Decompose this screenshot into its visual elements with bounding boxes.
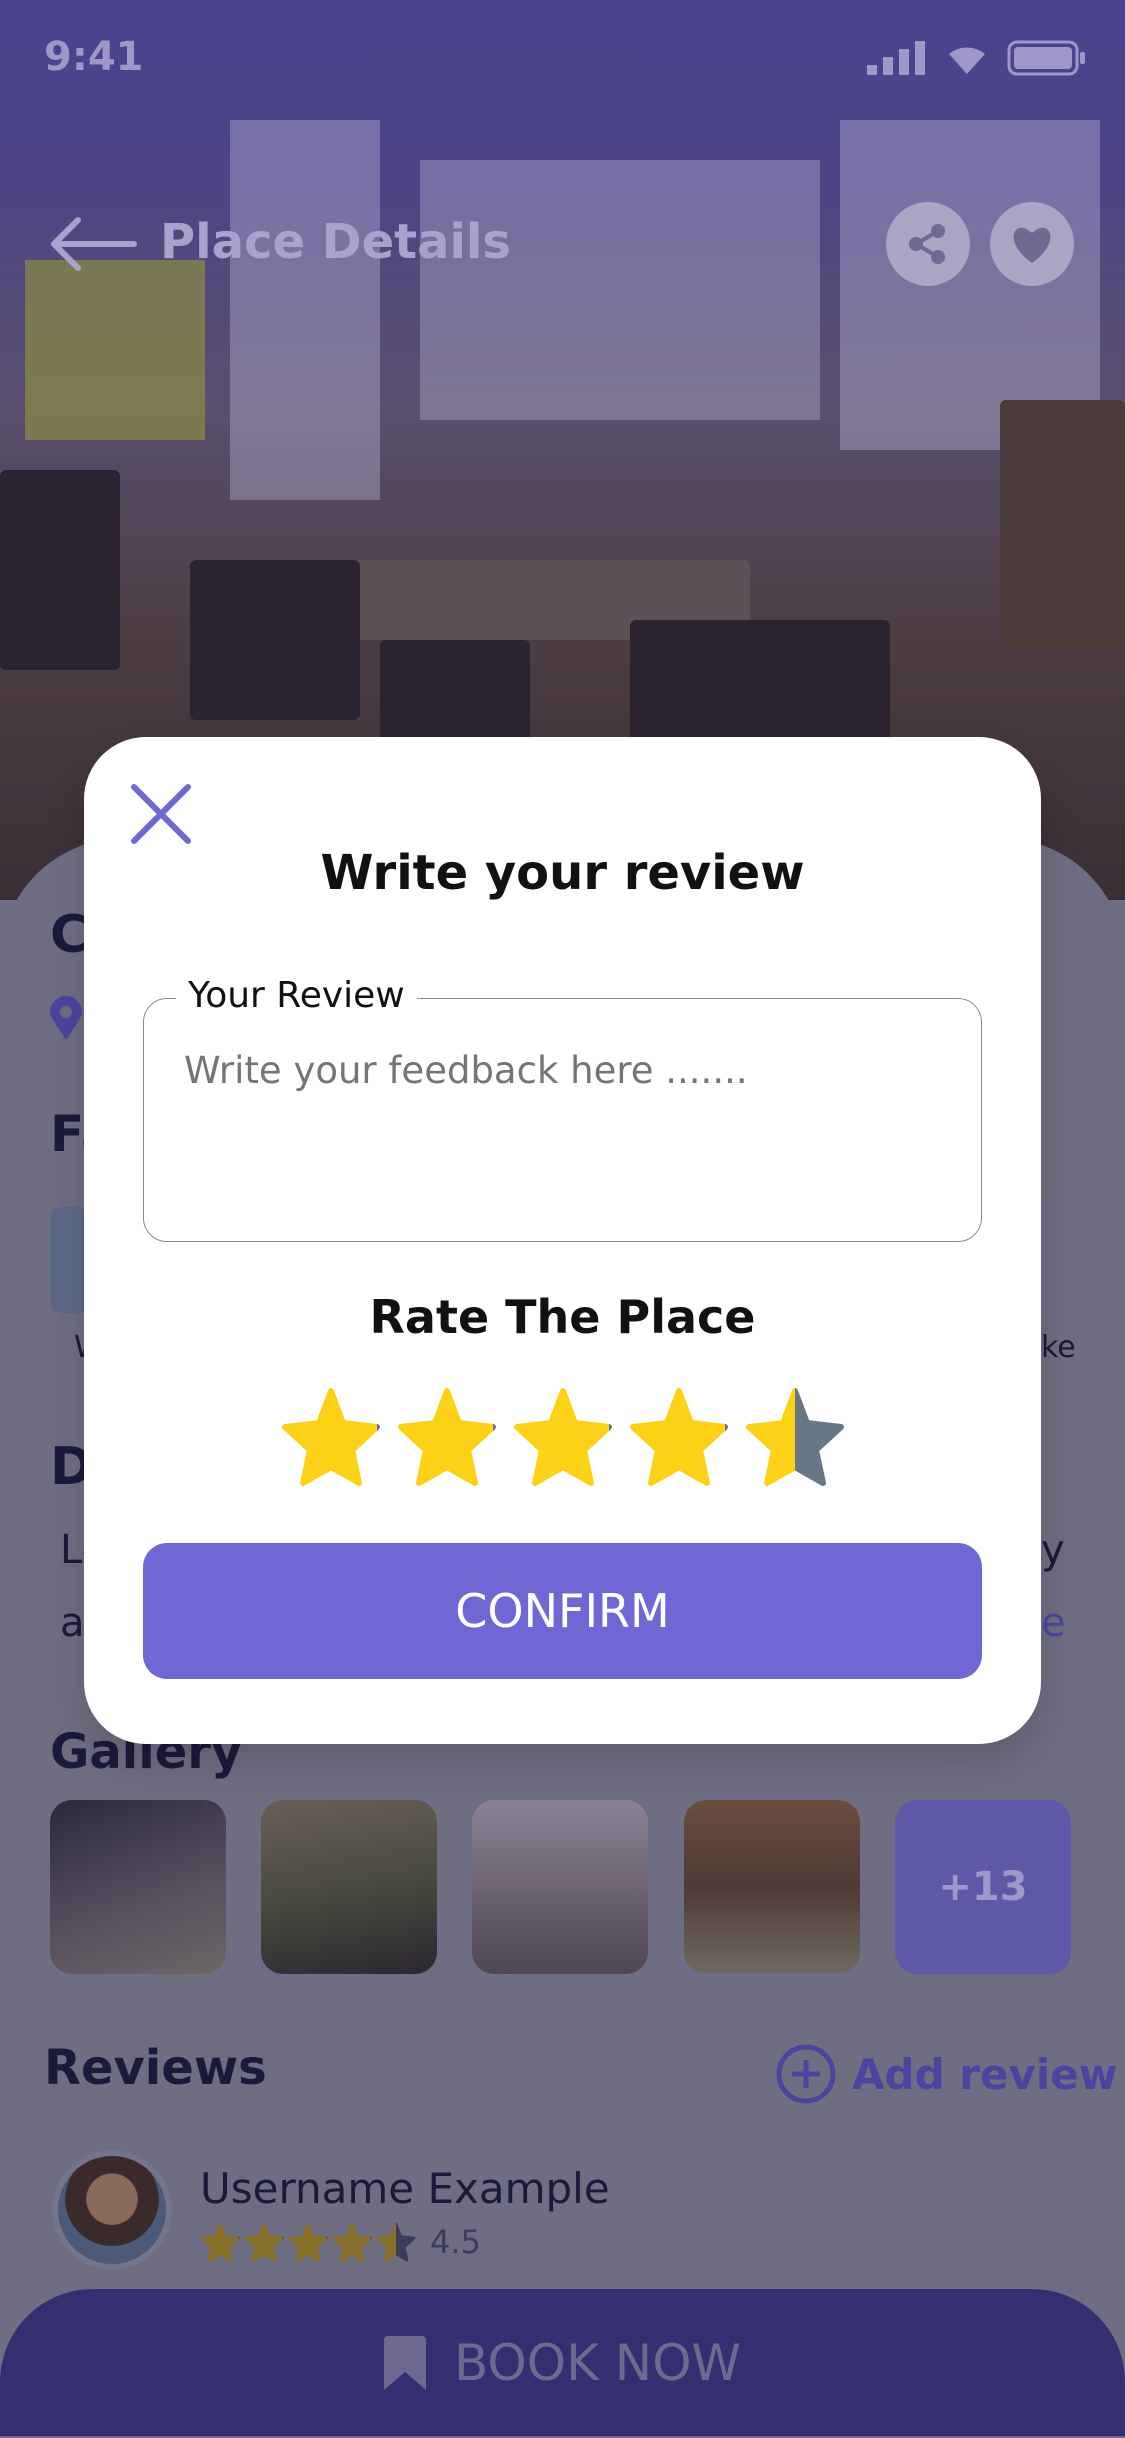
review-rating: 4.5 bbox=[200, 2222, 481, 2262]
star-icon[interactable] bbox=[397, 1387, 497, 1487]
reviewer-name: Username Example bbox=[200, 2164, 610, 2213]
facility-label-right: ke bbox=[1041, 1330, 1076, 1365]
review-textarea-frame bbox=[143, 998, 982, 1242]
description-line-2: a bbox=[60, 1600, 85, 1646]
close-icon[interactable] bbox=[130, 783, 192, 845]
star-icon[interactable] bbox=[745, 1387, 845, 1487]
read-more-link[interactable]: e bbox=[1041, 1600, 1066, 1646]
place-title: C bbox=[50, 905, 89, 965]
star-icon bbox=[200, 2222, 240, 2262]
status-time: 9:41 bbox=[44, 34, 144, 80]
star-icon[interactable] bbox=[513, 1387, 613, 1487]
star-icon[interactable] bbox=[629, 1387, 729, 1487]
bookmark-icon bbox=[383, 2335, 426, 2390]
star-icon[interactable] bbox=[281, 1387, 381, 1487]
add-review-button[interactable]: Add review bbox=[776, 2044, 1118, 2104]
favorite-button[interactable] bbox=[990, 202, 1074, 286]
heart-icon bbox=[1013, 227, 1051, 263]
review-modal: Write your review Your Review Rate The P… bbox=[84, 737, 1041, 1744]
back-arrow-icon[interactable] bbox=[48, 214, 138, 274]
book-now-button[interactable]: BOOK NOW bbox=[0, 2289, 1125, 2436]
add-review-label: Add review bbox=[852, 2049, 1118, 2099]
review-input[interactable] bbox=[184, 1049, 944, 1092]
page-title: Place Details bbox=[160, 214, 511, 270]
gallery-more-count: +13 bbox=[938, 1864, 1028, 1910]
star-icon bbox=[244, 2222, 284, 2262]
plus-circle-icon bbox=[776, 2044, 836, 2104]
star-icon bbox=[288, 2222, 328, 2262]
rating-stars[interactable] bbox=[84, 1387, 1041, 1487]
gallery-thumb[interactable] bbox=[472, 1800, 648, 1974]
description-line-1-end: y bbox=[1041, 1527, 1065, 1573]
wifi-icon bbox=[949, 47, 985, 74]
confirm-button[interactable]: CONFIRM bbox=[143, 1543, 982, 1679]
reviewer-avatar bbox=[52, 2150, 172, 2270]
gallery-thumb[interactable] bbox=[50, 1800, 226, 1974]
rate-title: Rate The Place bbox=[369, 1290, 756, 1344]
facility-tile-right bbox=[1041, 1207, 1051, 1313]
star-icon bbox=[376, 2222, 416, 2262]
review-field-label: Your Review bbox=[176, 975, 417, 1016]
battery-icon bbox=[1007, 40, 1085, 76]
share-icon bbox=[909, 224, 945, 264]
star-icon bbox=[332, 2222, 372, 2262]
gallery-more-thumb[interactable]: +13 bbox=[895, 1800, 1071, 1974]
status-icons bbox=[867, 40, 1087, 76]
review-rating-value: 4.5 bbox=[430, 2223, 481, 2261]
gallery-thumb[interactable] bbox=[261, 1800, 437, 1974]
gallery-thumb[interactable] bbox=[684, 1800, 860, 1974]
book-now-label: BOOK NOW bbox=[453, 2333, 741, 2392]
share-button[interactable] bbox=[886, 202, 970, 286]
signal-icon bbox=[867, 41, 925, 75]
modal-title: Write your review bbox=[320, 845, 805, 901]
reviews-title: Reviews bbox=[44, 2040, 267, 2096]
location-pin-icon bbox=[50, 996, 82, 1040]
